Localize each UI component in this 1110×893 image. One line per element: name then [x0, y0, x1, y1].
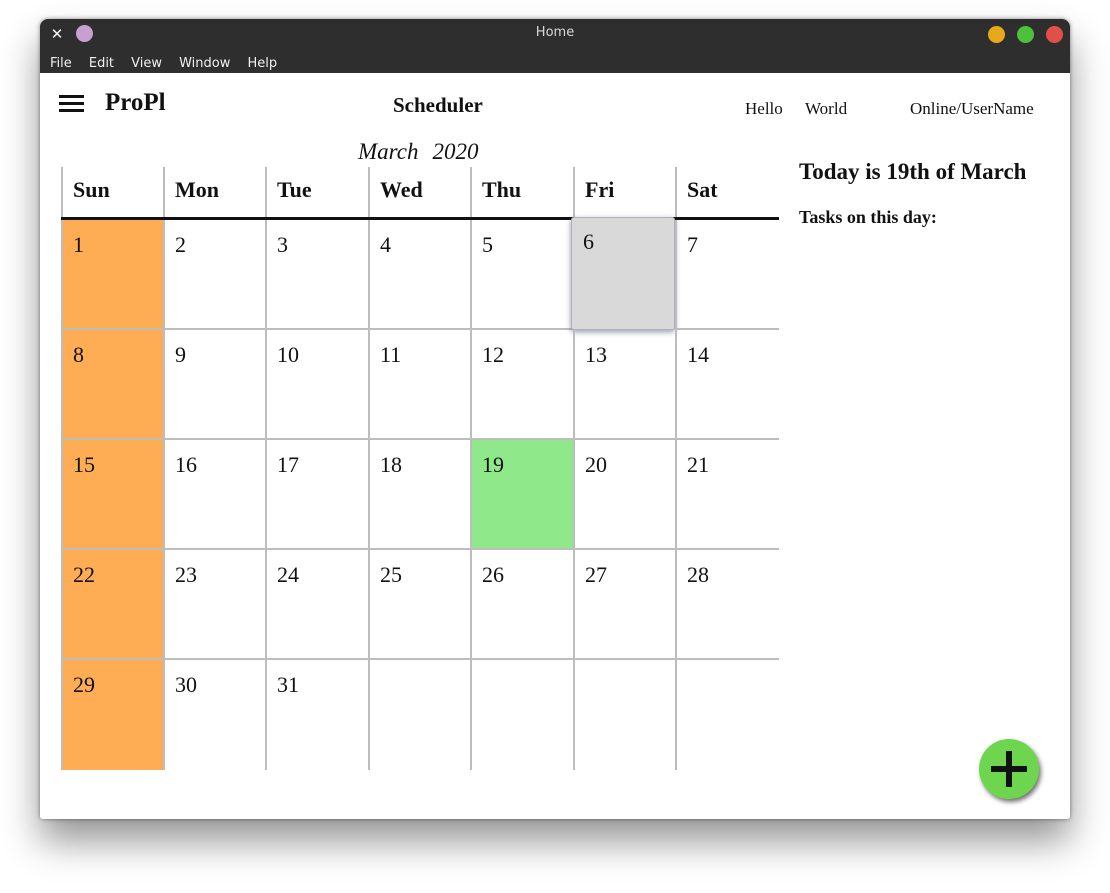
day-cell-10[interactable]: 10	[265, 330, 368, 440]
weekday-thu: Thu	[470, 167, 573, 217]
day-cell-empty	[573, 660, 675, 770]
day-cell-14[interactable]: 14	[675, 330, 779, 440]
day-cell-30[interactable]: 30	[163, 660, 265, 770]
day-cell-23[interactable]: 23	[163, 550, 265, 660]
day-cell-1[interactable]: 1	[61, 220, 163, 330]
day-cell-empty	[675, 660, 779, 770]
menu-edit[interactable]: Edit	[89, 56, 114, 71]
weekday-tue: Tue	[265, 167, 368, 217]
day-cell-4[interactable]: 4	[368, 220, 470, 330]
today-title: Today is 19th of March	[799, 159, 1027, 184]
day-cell-28[interactable]: 28	[675, 550, 779, 660]
day-cell-22[interactable]: 22	[61, 550, 163, 660]
day-cell-17[interactable]: 17	[265, 440, 368, 550]
day-cell-5[interactable]: 5	[470, 220, 573, 330]
close-button[interactable]	[1046, 26, 1063, 43]
window-title: Home	[535, 25, 575, 40]
day-cell-7[interactable]: 7	[675, 220, 779, 330]
month-label: March	[358, 139, 419, 164]
day-cell-6[interactable]: 6	[571, 217, 675, 330]
day-cell-25[interactable]: 25	[368, 550, 470, 660]
weekday-fri: Fri	[573, 167, 675, 217]
maximize-button[interactable]	[1017, 26, 1034, 43]
user-status[interactable]: Online/UserName	[910, 99, 1034, 119]
day-cell-2[interactable]: 2	[163, 220, 265, 330]
day-cell-19[interactable]: 19	[470, 440, 573, 550]
day-cell-empty	[368, 660, 470, 770]
day-cell-27[interactable]: 27	[573, 550, 675, 660]
day-cell-26[interactable]: 26	[470, 550, 573, 660]
weekday-wed: Wed	[368, 167, 470, 217]
hamburger-menu-icon[interactable]	[59, 95, 85, 113]
greeting-world: World	[805, 99, 848, 118]
year-label: 2020	[432, 139, 479, 164]
month-year-label: March 2020	[358, 139, 492, 165]
day-cell-24[interactable]: 24	[265, 550, 368, 660]
day-cell-12[interactable]: 12	[470, 330, 573, 440]
day-cell-11[interactable]: 11	[368, 330, 470, 440]
day-cell-9[interactable]: 9	[163, 330, 265, 440]
add-task-button[interactable]	[979, 739, 1039, 799]
weekday-sat: Sat	[675, 167, 779, 217]
menu-bar: File Edit View Window Help	[50, 52, 289, 71]
page-title: Scheduler	[393, 93, 483, 117]
menu-file[interactable]: File	[50, 56, 72, 71]
weekday-mon: Mon	[163, 167, 265, 217]
day-cell-29[interactable]: 29	[61, 660, 163, 770]
app-content: ProPl Scheduler Hello World Online/UserN…	[40, 73, 1070, 819]
day-cell-empty	[470, 660, 573, 770]
day-cell-20[interactable]: 20	[573, 440, 675, 550]
menu-window[interactable]: Window	[179, 56, 230, 71]
menu-view[interactable]: View	[131, 56, 162, 71]
day-cell-13[interactable]: 13	[573, 330, 675, 440]
day-cell-3[interactable]: 3	[265, 220, 368, 330]
day-cell-8[interactable]: 8	[61, 330, 163, 440]
greeting-hello: Hello	[745, 99, 783, 118]
title-bar: ✕ Home File Edit View Window Help	[40, 19, 1070, 73]
minimize-button[interactable]	[988, 26, 1005, 43]
tasks-label: Tasks on this day:	[799, 207, 937, 227]
day-cell-21[interactable]: 21	[675, 440, 779, 550]
app-name: ProPl	[105, 89, 166, 116]
weekday-sun: Sun	[61, 167, 163, 217]
day-cell-15[interactable]: 15	[61, 440, 163, 550]
app-window: ✕ Home File Edit View Window Help ProPl …	[40, 19, 1070, 819]
day-cell-31[interactable]: 31	[265, 660, 368, 770]
weekday-header: Sun Mon Tue Wed Thu Fri Sat	[61, 167, 779, 220]
day-cell-18[interactable]: 18	[368, 440, 470, 550]
menu-help[interactable]: Help	[247, 56, 277, 71]
day-cell-16[interactable]: 16	[163, 440, 265, 550]
